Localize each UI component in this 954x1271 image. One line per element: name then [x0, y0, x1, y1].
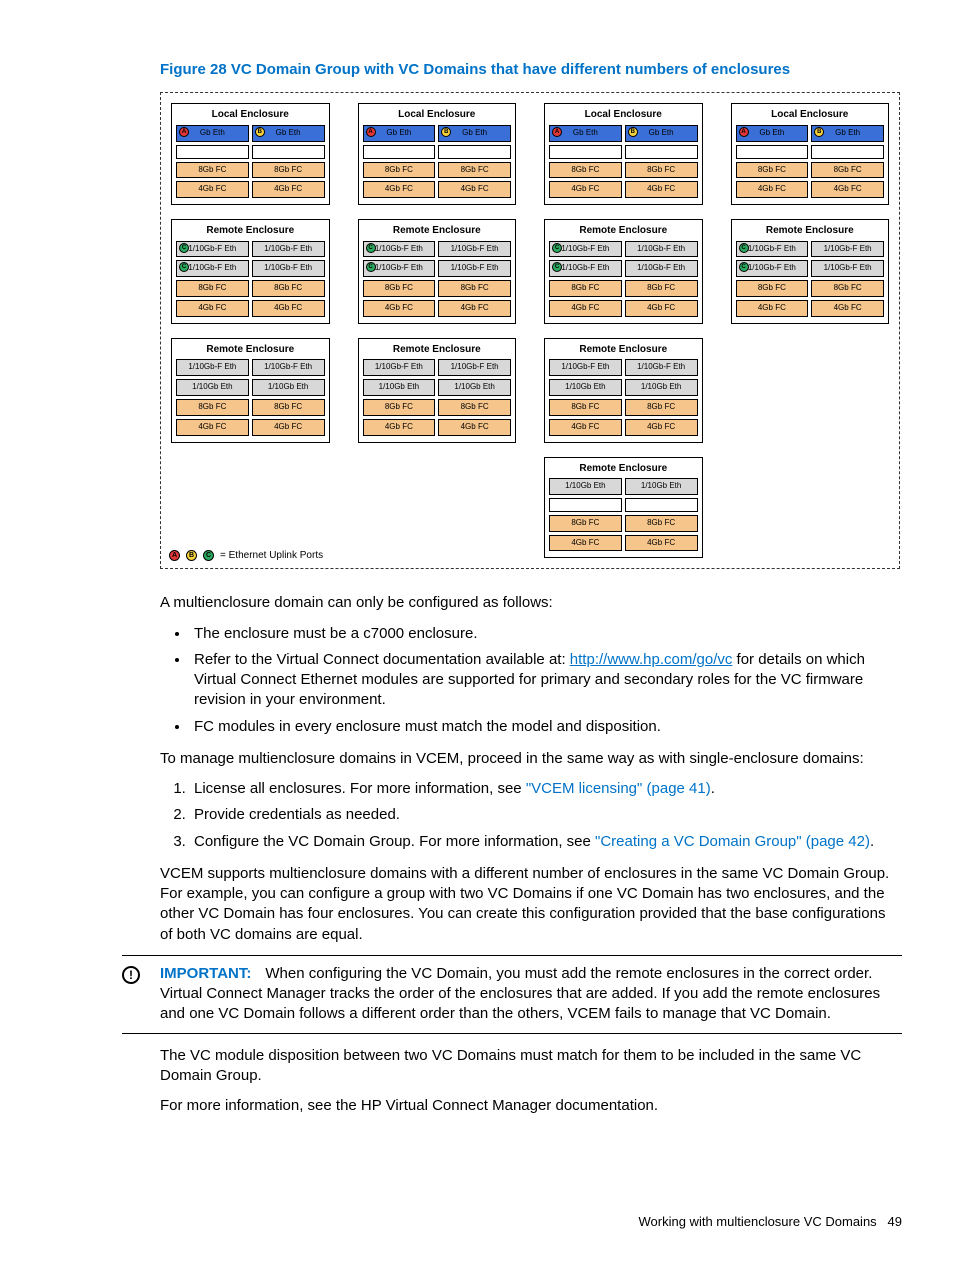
module-10gbf-eth: 1/10Gb-F Eth: [252, 241, 325, 258]
bullet-item: Refer to the Virtual Connect documentati…: [190, 650, 902, 711]
module-gb-eth: BGb Eth: [252, 125, 325, 142]
step-item: License all enclosures. For more informa…: [190, 779, 902, 799]
module-fc8: 8Gb FC: [252, 280, 325, 297]
paragraph: To manage multienclosure domains in VCEM…: [160, 749, 902, 769]
module-10gbf-eth: 1/10Gb-F Eth: [252, 260, 325, 277]
remote-enclosure: Remote Enclosure 1/10Gb-F Eth1/10Gb-F Et…: [544, 338, 703, 443]
remote-enclosure: Remote Enclosure 1/10Gb Eth1/10Gb Eth 8G…: [544, 457, 703, 559]
module-fc4: 4Gb FC: [176, 181, 249, 198]
enclosure-title: Remote Enclosure: [176, 224, 325, 238]
port-b-icon: B: [186, 550, 197, 561]
local-enclosure: Local Enclosure AGb Eth BGb Eth 8Gb FC8G…: [171, 103, 330, 205]
vc-domain-col-1: Local Enclosure AGb Eth BGb Eth 8Gb FC8G…: [171, 103, 330, 442]
local-enclosure: Local Enclosure AGb EthBGb Eth 8Gb FC8Gb…: [544, 103, 703, 205]
port-a-icon: A: [179, 127, 189, 137]
module-fc4: 4Gb FC: [176, 300, 249, 317]
xref-create-vc-domain-group[interactable]: "Creating a VC Domain Group" (page 42): [595, 833, 870, 850]
module-fc8: 8Gb FC: [252, 399, 325, 416]
paragraph: The VC module disposition between two VC…: [160, 1046, 902, 1087]
module-fc8: 8Gb FC: [176, 399, 249, 416]
module-fc8: 8Gb FC: [252, 162, 325, 179]
important-callout: ! IMPORTANT:When configuring the VC Doma…: [122, 955, 902, 1034]
local-enclosure: Local Enclosure AGb EthBGb Eth 8Gb FC8Gb…: [358, 103, 517, 205]
module-fc8: 8Gb FC: [176, 162, 249, 179]
remote-enclosure: Remote Enclosure C1/10Gb-F Eth1/10Gb-F E…: [731, 219, 890, 324]
enclosure-title: Remote Enclosure: [176, 343, 325, 357]
module-10gb-eth: 1/10Gb Eth: [176, 379, 249, 396]
vc-domain-col-3: Local Enclosure AGb EthBGb Eth 8Gb FC8Gb…: [544, 103, 703, 558]
module-fc4: 4Gb FC: [252, 181, 325, 198]
figure-title: Figure 28 VC Domain Group with VC Domain…: [160, 60, 902, 80]
remote-enclosure: Remote Enclosure 1/10Gb-F Eth1/10Gb-F Et…: [171, 338, 330, 443]
bullet-item: The enclosure must be a c7000 enclosure.: [190, 624, 902, 644]
page-footer: Working with multienclosure VC Domains 4…: [639, 1213, 903, 1231]
important-icon: !: [122, 966, 140, 984]
xref-vcem-licensing[interactable]: "VCEM licensing" (page 41): [526, 780, 711, 797]
remote-enclosure: Remote Enclosure C1/10Gb-F Eth1/10Gb-F E…: [171, 219, 330, 324]
module-fc4: 4Gb FC: [252, 419, 325, 436]
module-10gbf-eth: 1/10Gb-F Eth: [176, 359, 249, 376]
footer-section: Working with multienclosure VC Domains: [639, 1214, 877, 1229]
legend: A B C = Ethernet Uplink Ports: [169, 549, 323, 563]
step-item: Configure the VC Domain Group. For more …: [190, 832, 902, 852]
module-10gbf-eth: C1/10Gb-F Eth: [176, 260, 249, 277]
port-b-icon: B: [255, 127, 265, 137]
module-blank: [252, 145, 325, 159]
paragraph: VCEM supports multienclosure domains wit…: [160, 864, 902, 945]
module-fc4: 4Gb FC: [176, 419, 249, 436]
enclosure-title: Local Enclosure: [176, 108, 325, 122]
module-10gb-eth: 1/10Gb Eth: [252, 379, 325, 396]
module-fc4: 4Gb FC: [252, 300, 325, 317]
paragraph: A multienclosure domain can only be conf…: [160, 593, 902, 613]
local-enclosure: Local Enclosure AGb EthBGb Eth 8Gb FC8Gb…: [731, 103, 890, 205]
bullet-item: FC modules in every enclosure must match…: [190, 717, 902, 737]
module-10gbf-eth: 1/10Gb-F Eth: [252, 359, 325, 376]
port-c-icon: C: [203, 550, 214, 561]
remote-enclosure: Remote Enclosure C1/10Gb-F Eth1/10Gb-F E…: [358, 219, 517, 324]
vc-domain-col-4: Local Enclosure AGb EthBGb Eth 8Gb FC8Gb…: [731, 103, 890, 324]
link-hp-vc[interactable]: http://www.hp.com/go/vc: [570, 651, 733, 668]
port-c-icon: C: [179, 243, 189, 253]
module-gb-eth: AGb Eth: [176, 125, 249, 142]
footer-page-number: 49: [888, 1214, 902, 1229]
figure-diagram: Local Enclosure AGb Eth BGb Eth 8Gb FC8G…: [160, 92, 900, 569]
important-label: IMPORTANT:: [160, 965, 251, 982]
module-fc8: 8Gb FC: [176, 280, 249, 297]
remote-enclosure: Remote Enclosure 1/10Gb-F Eth1/10Gb-F Et…: [358, 338, 517, 443]
remote-enclosure: Remote Enclosure C1/10Gb-F Eth1/10Gb-F E…: [544, 219, 703, 324]
paragraph: For more information, see the HP Virtual…: [160, 1096, 902, 1116]
legend-text: = Ethernet Uplink Ports: [220, 549, 323, 563]
step-item: Provide credentials as needed.: [190, 805, 902, 825]
module-10gbf-eth: C1/10Gb-F Eth: [176, 241, 249, 258]
port-a-icon: A: [169, 550, 180, 561]
important-text: When configuring the VC Domain, you must…: [160, 965, 880, 1023]
vc-domain-col-2: Local Enclosure AGb EthBGb Eth 8Gb FC8Gb…: [358, 103, 517, 442]
module-blank: [176, 145, 249, 159]
